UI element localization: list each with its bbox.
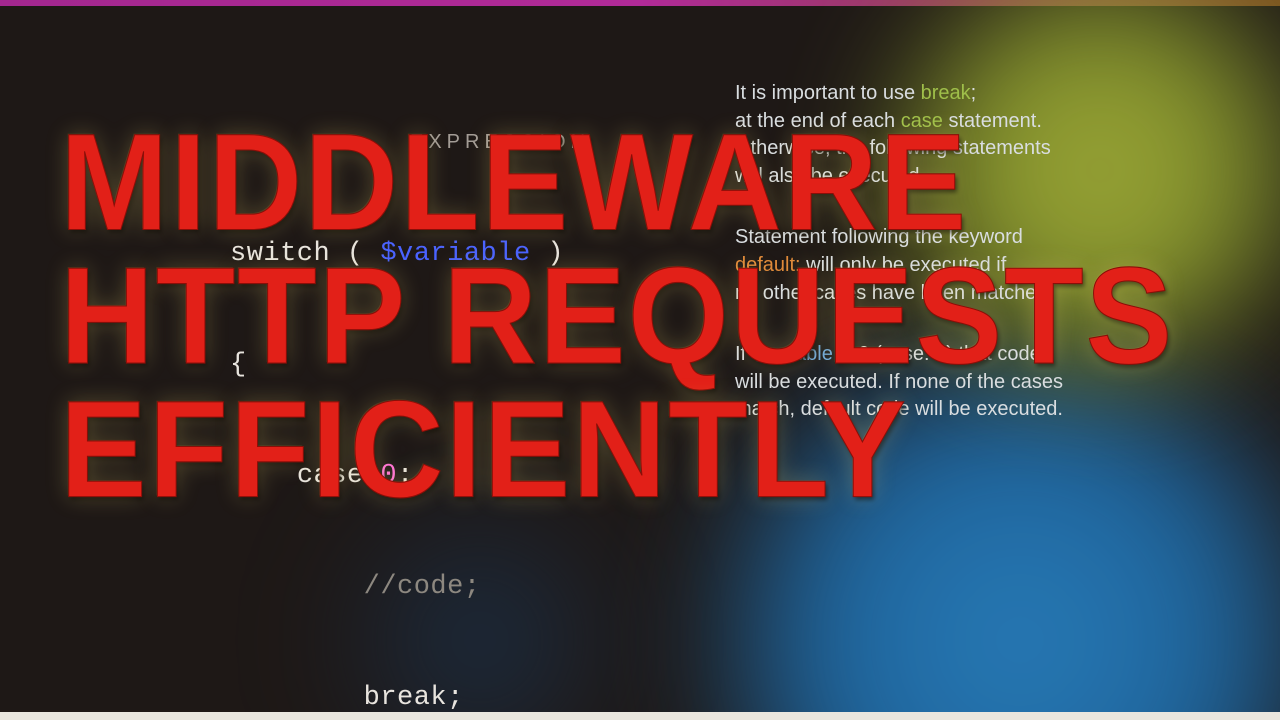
top-accent-bar [0,0,1280,6]
headline-line-3: Efficiently [60,382,1240,516]
headline-overlay: Middleware HTTP Requests Efficiently [60,115,1240,516]
headline-line-1: Middleware [60,115,1240,249]
headline-line-2: HTTP Requests [60,249,1240,383]
bottom-accent-bar [0,712,1280,720]
code-line-code0: //code; [230,569,590,606]
thumbnail: EXPRESSION switch ( $variable ) { case 0… [0,0,1280,720]
